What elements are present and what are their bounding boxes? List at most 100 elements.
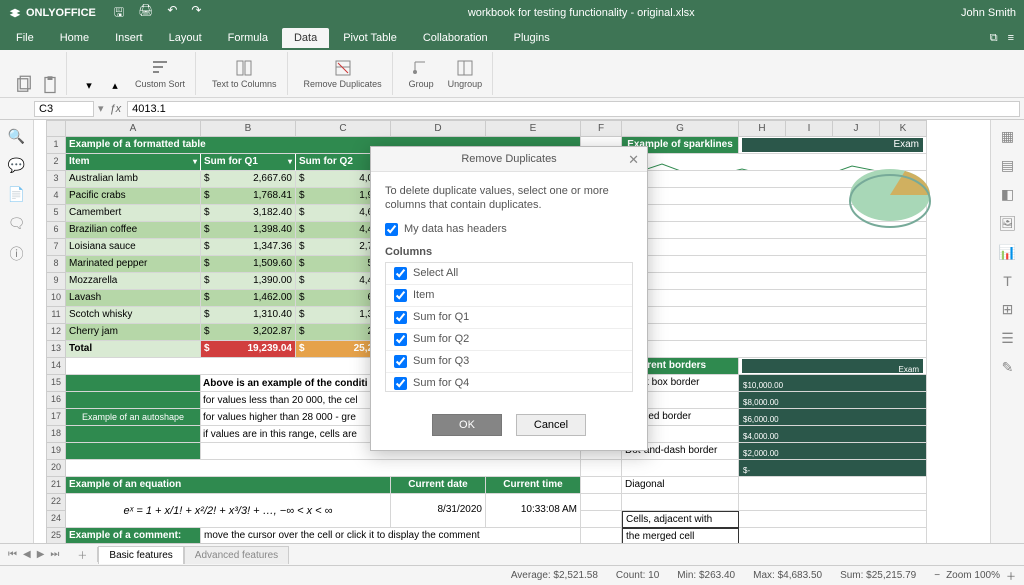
row-header-1[interactable]: 1 <box>46 137 66 154</box>
tab-data[interactable]: Data <box>282 28 329 48</box>
tab-plugins[interactable]: Plugins <box>502 28 562 48</box>
dialog-title-bar[interactable]: Remove Duplicates ✕ <box>371 147 647 172</box>
column-q4-checkbox[interactable]: Sum for Q4 <box>386 373 632 392</box>
menu-icon[interactable]: ≡ <box>1008 32 1014 45</box>
row-header-9[interactable]: 9 <box>46 273 66 290</box>
text-settings-icon[interactable]: T <box>1003 273 1012 289</box>
feedback-icon[interactable]: 🗨 <box>8 215 26 232</box>
row-header-20[interactable]: 20 <box>46 460 66 477</box>
cancel-button[interactable]: Cancel <box>516 414 586 436</box>
cell-settings-icon[interactable]: ▦ <box>1001 128 1014 145</box>
my-data-has-headers-checkbox[interactable]: My data has headers <box>385 223 633 236</box>
info-icon[interactable]: ⓘ <box>10 244 24 264</box>
tab-pivot[interactable]: Pivot Table <box>331 28 409 48</box>
table-settings-icon[interactable]: ▤ <box>1001 157 1014 174</box>
search-icon[interactable]: 🔍 <box>8 128 25 145</box>
copy-icon[interactable] <box>14 75 34 95</box>
open-location-icon[interactable]: ⧉ <box>990 32 998 45</box>
chevron-down-icon[interactable]: ▾ <box>98 102 104 115</box>
col-header-E[interactable]: E <box>486 120 581 137</box>
ok-button[interactable]: OK <box>432 414 502 436</box>
signature-icon[interactable]: ✎ <box>1002 359 1014 376</box>
sheet-tab-basic[interactable]: Basic features <box>98 546 183 564</box>
add-sheet-button[interactable]: ＋ <box>67 547 98 562</box>
column-q1-checkbox[interactable]: Sum for Q1 <box>386 307 632 329</box>
row-header-21[interactable]: 21 <box>46 477 66 494</box>
tab-formula[interactable]: Formula <box>216 28 280 48</box>
formula-input[interactable]: 4013.1 <box>127 101 1020 117</box>
custom-sort-button[interactable]: Custom Sort <box>131 52 189 95</box>
col-header-A[interactable]: A <box>66 120 201 137</box>
sheet-prev-icon[interactable]: ◀ <box>23 549 31 560</box>
row-header-13[interactable]: 13 <box>46 341 66 358</box>
row-header-15[interactable]: 15 <box>46 375 66 392</box>
row-header-25[interactable]: 25 <box>46 528 66 543</box>
col-header-B[interactable]: B <box>201 120 296 137</box>
ungroup-button[interactable]: Ungroup <box>444 52 487 95</box>
row-header-11[interactable]: 11 <box>46 307 66 324</box>
paste-icon[interactable] <box>40 75 60 95</box>
tab-file[interactable]: File <box>4 28 46 48</box>
comments-icon[interactable]: 💬 <box>8 157 25 174</box>
sheet-next-icon[interactable]: ▶ <box>37 549 45 560</box>
row-header-16[interactable]: 16 <box>46 392 66 409</box>
remove-duplicates-button[interactable]: Remove Duplicates <box>300 52 386 95</box>
sheet-tab-advanced[interactable]: Advanced features <box>184 546 289 564</box>
text-to-columns-button[interactable]: Text to Columns <box>208 52 281 95</box>
group-button[interactable]: Group <box>405 52 438 95</box>
row-header-24[interactable]: 24 <box>46 511 66 528</box>
row-header-2[interactable]: 2 <box>46 154 66 171</box>
col-header-G[interactable]: G <box>622 120 739 137</box>
col-header-J[interactable]: J <box>833 120 880 137</box>
row-header-10[interactable]: 10 <box>46 290 66 307</box>
sheet-last-icon[interactable]: ⏭ <box>50 549 59 560</box>
row-header-5[interactable]: 5 <box>46 205 66 222</box>
pivot-settings-icon[interactable]: ⊞ <box>1002 301 1014 318</box>
shape-settings-icon[interactable]: ◧ <box>1001 186 1014 203</box>
name-box[interactable]: C3 <box>34 101 94 117</box>
user-label[interactable]: John Smith <box>961 7 1016 19</box>
column-q2-checkbox[interactable]: Sum for Q2 <box>386 329 632 351</box>
row-header-22[interactable]: 22 <box>46 494 66 511</box>
zoom-label[interactable]: Zoom 100% <box>946 570 1000 581</box>
sort-desc-icon[interactable]: ▴ <box>105 75 125 95</box>
row-header-17[interactable]: 17 <box>46 409 66 426</box>
row-header-14[interactable]: 14 <box>46 358 66 375</box>
tab-insert[interactable]: Insert <box>103 28 155 48</box>
row-header-19[interactable]: 19 <box>46 443 66 460</box>
col-header-K[interactable]: K <box>880 120 927 137</box>
col-header-D[interactable]: D <box>391 120 486 137</box>
row-header-4[interactable]: 4 <box>46 188 66 205</box>
sheet-first-icon[interactable]: ⏮ <box>8 549 17 560</box>
tab-collaboration[interactable]: Collaboration <box>411 28 500 48</box>
headers-checkbox-input[interactable] <box>385 223 398 236</box>
column-q3-checkbox[interactable]: Sum for Q3 <box>386 351 632 373</box>
column-item-checkbox[interactable]: Item <box>386 285 632 307</box>
fx-icon[interactable]: ƒx <box>110 103 122 115</box>
image-settings-icon[interactable]: 🖼 <box>999 215 1017 232</box>
zoom-out-icon[interactable]: − <box>934 570 940 581</box>
row-header-12[interactable]: 12 <box>46 324 66 341</box>
sort-asc-icon[interactable]: ▾ <box>79 75 99 95</box>
save-icon[interactable]: 🖫 <box>114 3 124 24</box>
col-header-H[interactable]: H <box>739 120 786 137</box>
row-header-3[interactable]: 3 <box>46 171 66 188</box>
row-header-6[interactable]: 6 <box>46 222 66 239</box>
tab-home[interactable]: Home <box>48 28 101 48</box>
tab-layout[interactable]: Layout <box>157 28 214 48</box>
row-header-18[interactable]: 18 <box>46 426 66 443</box>
row-header-8[interactable]: 8 <box>46 256 66 273</box>
print-icon[interactable]: 🖨 <box>138 3 153 24</box>
col-header-C[interactable]: C <box>296 120 391 137</box>
row-header-7[interactable]: 7 <box>46 239 66 256</box>
zoom-in-icon[interactable]: ＋ <box>1006 568 1016 583</box>
chart-settings-icon[interactable]: 📊 <box>999 244 1016 261</box>
slicer-settings-icon[interactable]: ☰ <box>1001 330 1014 347</box>
col-header-F[interactable]: F <box>581 120 622 137</box>
select-all-checkbox[interactable]: Select All <box>386 263 632 285</box>
close-icon[interactable]: ✕ <box>628 152 639 168</box>
redo-icon[interactable]: ↷ <box>191 3 201 24</box>
col-header-I[interactable]: I <box>786 120 833 137</box>
chat-icon[interactable]: 📄 <box>8 186 25 203</box>
undo-icon[interactable]: ↶ <box>167 3 177 24</box>
